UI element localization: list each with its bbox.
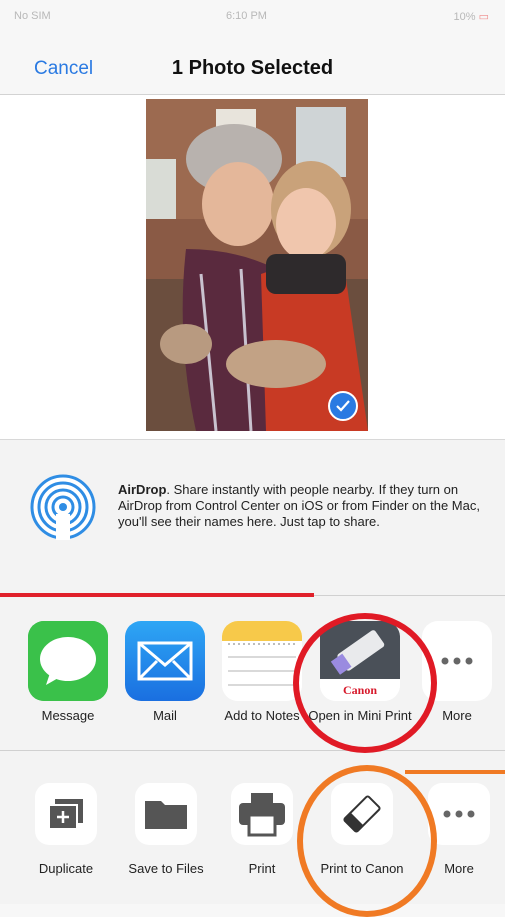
highlight-red-circle (293, 613, 437, 753)
duplicate-icon (48, 799, 83, 830)
share-item-message[interactable] (28, 621, 108, 701)
clock: 6:10 PM (226, 10, 267, 22)
action-print[interactable] (231, 783, 293, 845)
airdrop-section: AirDrop. Share instantly with people nea… (0, 440, 505, 596)
action-more[interactable] (428, 783, 490, 845)
photo-preview-area (0, 95, 505, 440)
message-app-icon (28, 621, 108, 701)
share-item-notes[interactable] (222, 621, 302, 701)
printer-icon (239, 793, 285, 837)
selected-photo[interactable] (146, 99, 368, 431)
share-item-message-label: Message (41, 708, 95, 723)
action-save-to-files-label: Save to Files (128, 861, 204, 876)
action-print-label: Print (248, 861, 276, 876)
highlight-red-line (0, 593, 314, 597)
notes-app-icon (222, 621, 302, 701)
battery-icon: ▭ (478, 11, 489, 23)
action-duplicate-label: Duplicate (38, 861, 94, 876)
highlight-orange-line (405, 770, 505, 774)
battery-label: 10% (453, 11, 476, 23)
page-title: 1 Photo Selected (171, 57, 334, 79)
status-bar: No SIM 6:10 PM 10% ▭ (0, 0, 505, 34)
action-save-to-files[interactable] (135, 783, 197, 845)
airdrop-title: AirDrop (118, 482, 167, 497)
action-duplicate[interactable] (35, 783, 97, 845)
carrier-label: No SIM (14, 10, 51, 22)
selected-check-icon (328, 391, 358, 421)
nav-bar: Cancel 1 Photo Selected (0, 34, 505, 95)
battery-indicator: 10% ▭ (454, 10, 490, 23)
highlight-orange-circle (297, 765, 437, 917)
share-item-mail-label: Mail (153, 708, 177, 723)
share-item-mail[interactable] (125, 621, 205, 701)
airdrop-icon[interactable] (30, 474, 96, 540)
airdrop-description: AirDrop. Share instantly with people nea… (118, 482, 490, 530)
folder-icon (145, 801, 187, 829)
airdrop-body: . Share instantly with people nearby. If… (118, 482, 480, 529)
more-dots-icon (443, 810, 475, 818)
mail-app-icon (125, 621, 205, 701)
photo-illustration (146, 99, 368, 431)
